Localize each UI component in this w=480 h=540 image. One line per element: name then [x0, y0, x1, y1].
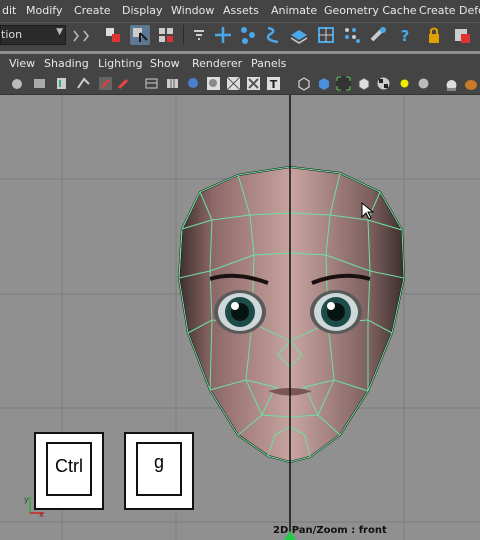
- panel-menu-panels[interactable]: Panels: [251, 57, 286, 70]
- g-key-overlay: g: [124, 432, 194, 510]
- grid-toggle-icon[interactable]: [165, 76, 180, 91]
- ctrl-key-overlay: Ctrl: [34, 432, 104, 510]
- menu-edit[interactable]: dit: [2, 4, 16, 17]
- textured-icon[interactable]: [226, 76, 241, 91]
- menu-geometry-cache[interactable]: Geometry Cache: [324, 4, 417, 17]
- paint-select-icon[interactable]: [156, 25, 176, 45]
- render-icon[interactable]: [452, 25, 472, 45]
- help-icon[interactable]: ?: [395, 25, 415, 45]
- headlight-icon[interactable]: [444, 76, 459, 91]
- lighting-icon[interactable]: [246, 76, 261, 91]
- panel-menu-bar: View Shading Lighting Show Renderer Pane…: [0, 54, 480, 73]
- camera-label: 2D Pan/Zoom : front: [273, 525, 387, 536]
- curve-snap-icon[interactable]: [238, 25, 258, 45]
- cube-shaded-icon[interactable]: [316, 76, 331, 91]
- svg-text:x: x: [39, 510, 44, 519]
- isolate-select-icon[interactable]: [336, 76, 351, 91]
- checker-icon[interactable]: [376, 76, 391, 91]
- filter-icon[interactable]: [189, 25, 209, 45]
- point-snap-icon[interactable]: [342, 25, 362, 45]
- text-icon[interactable]: T: [266, 76, 281, 91]
- camera-icon[interactable]: [10, 76, 25, 91]
- menu-set-select[interactable]: tion ▼: [0, 25, 66, 45]
- menu-create-deformers[interactable]: Create Defo: [419, 4, 480, 17]
- lasso-select-icon[interactable]: [130, 25, 150, 45]
- svg-text:?: ?: [401, 27, 410, 45]
- expand-arrows-icon[interactable]: [72, 29, 96, 43]
- panel-toolbar: T: [0, 73, 480, 95]
- xray-icon[interactable]: [356, 76, 371, 91]
- bookmark-icon[interactable]: [54, 76, 69, 91]
- status-toolbar: tion ▼ ?: [0, 22, 480, 51]
- menu-window[interactable]: Window: [171, 4, 214, 17]
- camera-attributes-icon[interactable]: [32, 76, 47, 91]
- smooth-shade-icon[interactable]: [186, 76, 201, 91]
- chevron-down-icon: ▼: [56, 27, 63, 37]
- svg-text:y: y: [24, 495, 29, 504]
- sphere-icon[interactable]: [416, 76, 431, 91]
- menu-set-value: tion: [1, 28, 23, 41]
- front-viewport[interactable]: y x Ctrl g 2D Pan/Zoom : front: [0, 95, 480, 540]
- plane-snap-icon[interactable]: [289, 25, 309, 45]
- pan-zoom-icon[interactable]: [98, 76, 113, 91]
- panel-menu-view[interactable]: View: [9, 57, 35, 70]
- image-plane-icon[interactable]: [76, 76, 91, 91]
- panel-menu-shading[interactable]: Shading: [44, 57, 89, 70]
- grease-pencil-icon[interactable]: [116, 76, 131, 91]
- cube-wire-icon[interactable]: [296, 76, 311, 91]
- move-icon[interactable]: [213, 25, 233, 45]
- ctrl-key-label: Ctrl: [55, 456, 83, 476]
- svg-text:T: T: [270, 78, 278, 91]
- eye-left: [214, 290, 266, 334]
- magnet-icon[interactable]: [368, 25, 388, 45]
- panel-menu-lighting[interactable]: Lighting: [98, 57, 142, 70]
- grid-snap-icon[interactable]: [316, 25, 336, 45]
- wireframe-icon[interactable]: [144, 76, 159, 91]
- surface-snap-icon[interactable]: [263, 25, 283, 45]
- menu-assets[interactable]: Assets: [223, 4, 259, 17]
- eye-right: [310, 290, 362, 334]
- lock-icon[interactable]: [424, 25, 444, 45]
- toolbar-separator: [183, 25, 184, 45]
- main-menu-bar: dit Modify Create Display Window Assets …: [0, 0, 480, 22]
- select-tool-icon[interactable]: [103, 25, 123, 45]
- flat-shade-icon[interactable]: [206, 76, 221, 91]
- menu-animate[interactable]: Animate: [271, 4, 317, 17]
- g-key-label: g: [153, 452, 164, 472]
- menu-display[interactable]: Display: [122, 4, 163, 17]
- teapot-icon[interactable]: [463, 76, 478, 91]
- menu-create[interactable]: Create: [74, 4, 111, 17]
- menu-modify[interactable]: Modify: [26, 4, 62, 17]
- panel-menu-show[interactable]: Show: [150, 57, 180, 70]
- panel-menu-renderer[interactable]: Renderer: [192, 57, 242, 70]
- light-bulb-icon[interactable]: [397, 76, 412, 91]
